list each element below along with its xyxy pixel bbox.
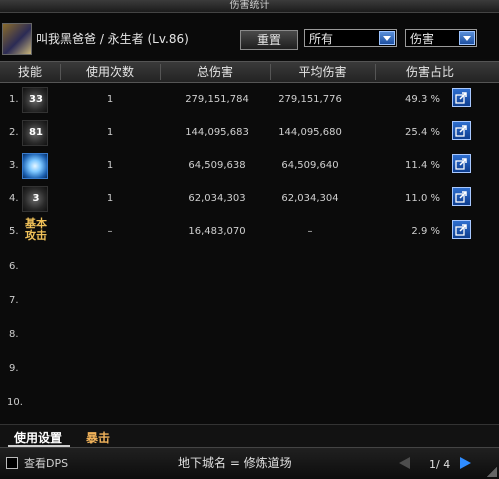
total-damage: 16,483,070 (188, 226, 246, 237)
skill-skull-icon: 33 (22, 87, 48, 113)
skill-tower-icon: 3 (22, 186, 48, 212)
share-icon (455, 125, 467, 137)
row-rank: 1. (9, 94, 19, 105)
row-rank: 4. (9, 193, 19, 204)
row-rank: 7. (9, 295, 19, 306)
skill-crossbones-icon: 81 (22, 120, 48, 146)
damage-share: 11.4 % (405, 160, 440, 171)
share-icon (455, 224, 467, 236)
dungeon-name: 地下城名 = 修炼道场 (178, 456, 292, 470)
row-rank: 8. (9, 329, 19, 340)
damage-share: 2.9 % (411, 226, 440, 237)
total-damage: 62,034,303 (188, 193, 246, 204)
column-header-total: 总伤害 (196, 65, 233, 79)
filter-select-value: 所有 (309, 32, 334, 46)
table-row: 7. (0, 285, 499, 318)
row-rank: 9. (9, 363, 19, 374)
average-damage: – (307, 226, 313, 237)
window-title: 伤害统计 (0, 0, 499, 13)
share-button[interactable] (452, 220, 471, 239)
skill-level: 3 (32, 193, 40, 204)
average-damage: 64,509,640 (281, 160, 339, 171)
share-button[interactable] (452, 121, 471, 140)
total-damage: 279,151,784 (185, 94, 249, 105)
share-icon (455, 92, 467, 104)
table-row: 6. (0, 251, 499, 284)
table-row: 4. 3 1 62,034,303 62,034,304 11.0 % (0, 183, 499, 216)
chevron-down-icon[interactable] (379, 31, 395, 45)
table-row: 1. 33 1 279,151,784 279,151,776 49.3 % (0, 84, 499, 117)
tab-bar: 使用设置 暴击 (0, 424, 499, 447)
tab-usage-settings[interactable]: 使用设置 (14, 429, 62, 446)
filter-select[interactable]: 所有 (304, 29, 397, 47)
header: 叫我黑爸爸 / 永生者 (Lv.86) 重置 所有 伤害 (0, 13, 499, 59)
page-indicator: 1/ 4 (429, 458, 451, 471)
footer: 查看DPS 地下城名 = 修炼道场 1/ 4 (0, 447, 499, 479)
row-rank: 6. (9, 261, 19, 272)
table-row: 10. (0, 387, 499, 420)
row-rank: 10. (7, 397, 23, 408)
share-icon (455, 191, 467, 203)
damage-share: 11.0 % (405, 193, 440, 204)
skill-level: 81 (29, 127, 43, 138)
table-row: 3. 1 64,509,638 64,509,640 11.4 % (0, 150, 499, 183)
show-dps-label: 查看DPS (24, 457, 69, 470)
table-row: 8. (0, 319, 499, 352)
use-count: 1 (106, 127, 114, 138)
table-row: 5. 基本 攻击 – 16,483,070 – 2.9 % (0, 216, 499, 249)
tab-critical[interactable]: 暴击 (86, 429, 110, 446)
skill-ice-burst-icon (22, 153, 48, 179)
avatar (2, 23, 32, 55)
use-count: 1 (106, 94, 114, 105)
reset-button[interactable]: 重置 (240, 30, 298, 50)
use-count: – (107, 226, 113, 237)
row-rank: 5. (9, 226, 19, 237)
player-name: 叫我黑爸爸 / 永生者 (Lv.86) (36, 32, 189, 46)
use-count: 1 (106, 193, 114, 204)
table-row: 9. (0, 353, 499, 386)
row-rank: 2. (9, 127, 19, 138)
total-damage: 144,095,683 (185, 127, 249, 138)
chevron-down-icon[interactable] (459, 31, 475, 45)
column-header-average: 平均伤害 (298, 65, 347, 79)
share-button[interactable] (452, 88, 471, 107)
metric-select-value: 伤害 (410, 32, 435, 46)
damage-share: 49.3 % (405, 94, 440, 105)
total-damage: 64,509,638 (188, 160, 246, 171)
column-header-skill: 技能 (17, 65, 42, 79)
row-rank: 3. (9, 160, 19, 171)
next-page-icon[interactable] (460, 457, 471, 469)
basic-attack-label: 基本 攻击 (25, 217, 47, 242)
use-count: 1 (106, 160, 114, 171)
average-damage: 62,034,304 (281, 193, 339, 204)
column-header-count: 使用次数 (85, 65, 134, 79)
show-dps-checkbox[interactable] (6, 457, 18, 469)
table-row: 2. 81 1 144,095,683 144,095,680 25.4 % (0, 117, 499, 150)
resize-handle[interactable] (487, 467, 497, 477)
share-icon (455, 158, 467, 170)
column-header-share: 伤害占比 (405, 65, 454, 79)
prev-page-icon[interactable] (399, 457, 410, 469)
share-button[interactable] (452, 154, 471, 173)
skill-level: 33 (29, 94, 43, 105)
table-header: 技能 使用次数 总伤害 平均伤害 伤害占比 (0, 61, 499, 83)
metric-select[interactable]: 伤害 (405, 29, 477, 47)
damage-share: 25.4 % (405, 127, 440, 138)
average-damage: 279,151,776 (278, 94, 342, 105)
average-damage: 144,095,680 (278, 127, 342, 138)
share-button[interactable] (452, 187, 471, 206)
